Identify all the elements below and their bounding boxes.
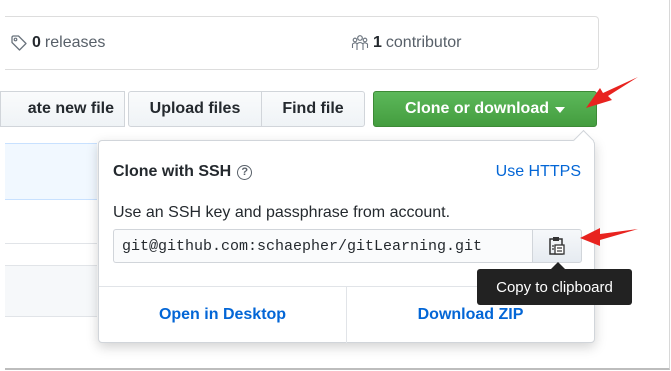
red-arrow-icon: [586, 77, 638, 108]
clone-popover-title: Clone with SSH ?: [113, 163, 253, 181]
clone-description: Use an SSH key and passphrase from accou…: [113, 204, 451, 221]
use-https-link[interactable]: Use HTTPS: [496, 163, 581, 181]
commit-tease-row: [5, 143, 97, 200]
tag-icon: [11, 35, 27, 51]
releases-label: releases: [44, 34, 106, 51]
popover-pointer: [572, 129, 595, 152]
repo-summary-bar: 0 releases 1 contributor: [5, 16, 599, 70]
people-icon: [351, 35, 369, 50]
clone-popover: Clone with SSH ? Use HTTPS Use an SSH ke…: [98, 129, 595, 343]
copy-to-clipboard-button[interactable]: [532, 229, 582, 263]
screenshot-stage: 0 releases 1 contributor ate new file Up…: [0, 0, 671, 371]
clipboard-icon: [549, 237, 565, 255]
tooltip-pointer: [551, 262, 565, 269]
upload-files-button[interactable]: Upload files: [128, 91, 262, 127]
releases-link[interactable]: 0 releases: [10, 34, 105, 52]
caret-down-icon: [555, 107, 565, 113]
create-new-file-button[interactable]: ate new file: [0, 91, 125, 127]
file-row-divider: [5, 243, 97, 244]
clone-title-text: Clone with SSH: [113, 163, 232, 180]
contributors-count: 1: [373, 34, 382, 51]
open-in-desktop-link[interactable]: Open in Desktop: [99, 287, 346, 343]
find-file-button[interactable]: Find file: [261, 91, 365, 127]
releases-count: 0: [32, 34, 41, 51]
repo-page: 0 releases 1 contributor ate new file Up…: [0, 0, 670, 370]
question-circle-icon[interactable]: ?: [237, 164, 253, 180]
copy-tooltip: Copy to clipboard: [477, 269, 632, 305]
clone-or-download-label: Clone or download: [405, 100, 549, 117]
file-list-row: [5, 265, 97, 317]
red-arrow-icon: [580, 228, 638, 246]
clone-or-download-button[interactable]: Clone or download: [373, 91, 597, 127]
clone-url-input[interactable]: git@github.com:schaepher/gitLearning.git: [113, 229, 532, 263]
contributors-link[interactable]: 1 contributor: [351, 34, 462, 52]
contributors-label: contributor: [385, 34, 462, 51]
